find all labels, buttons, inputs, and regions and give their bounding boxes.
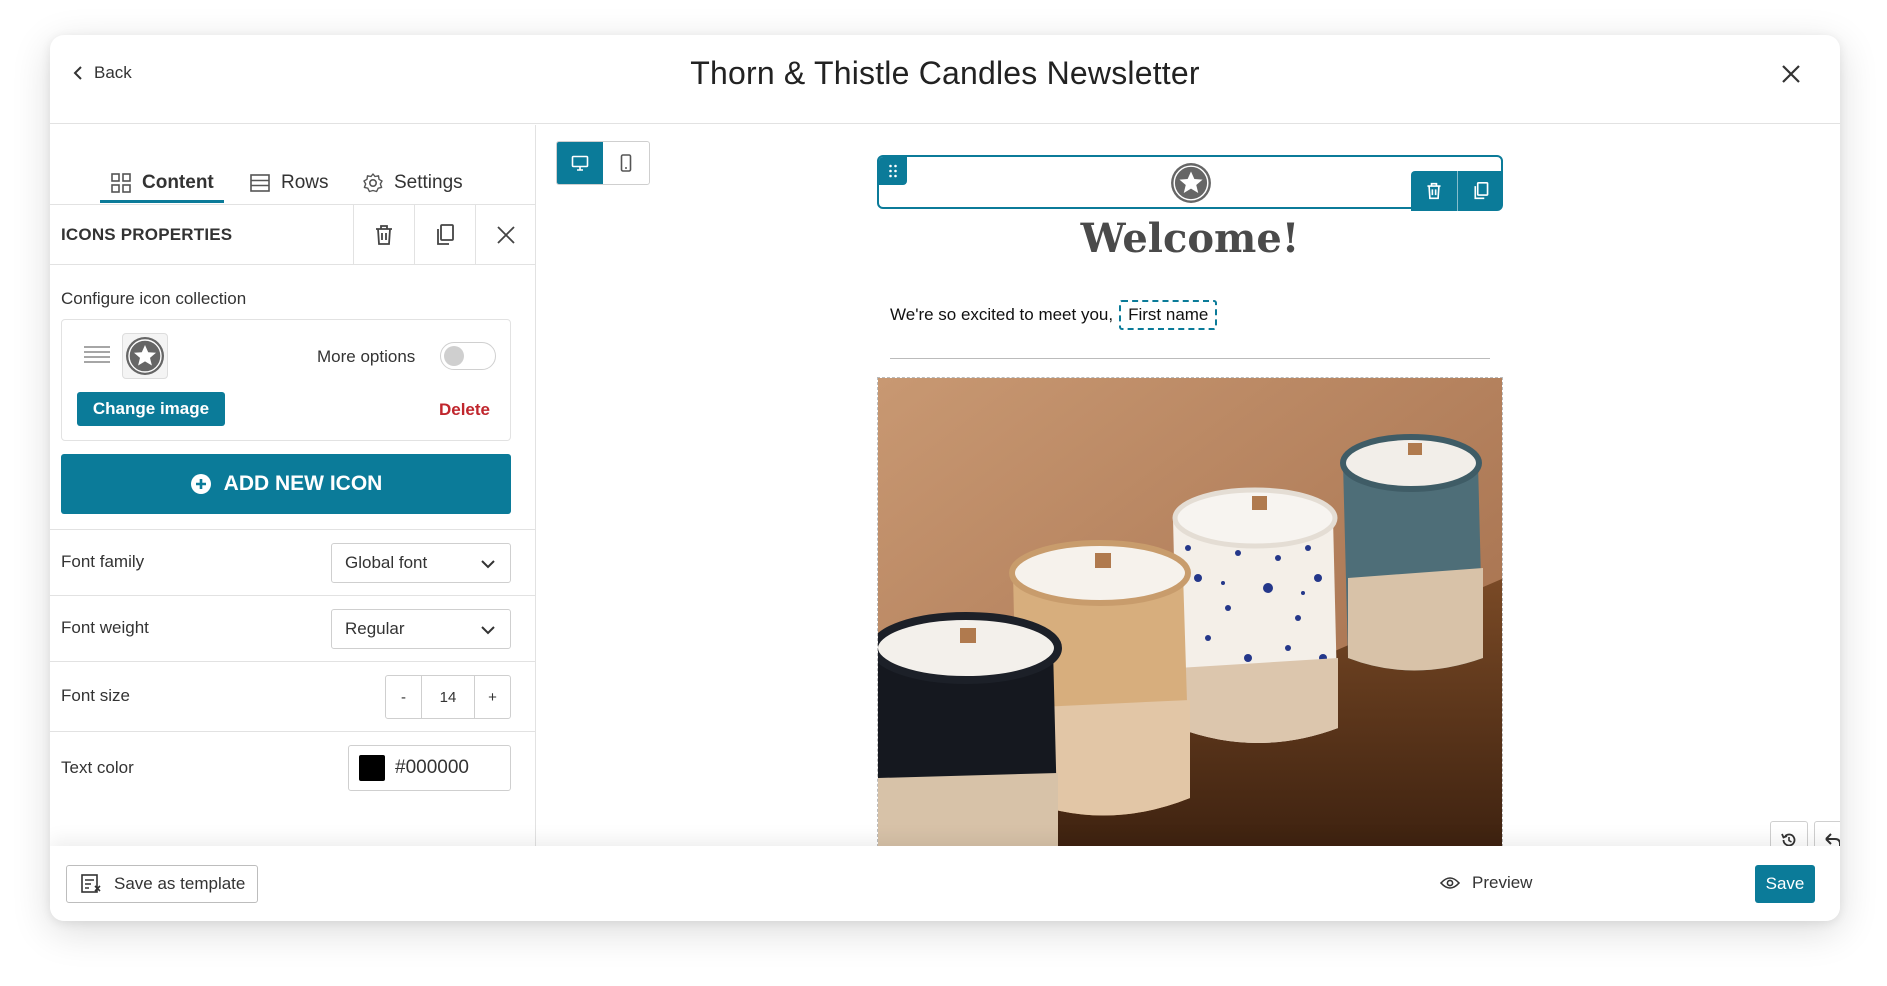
copy-icon xyxy=(437,224,454,245)
font-size-value[interactable]: 14 xyxy=(421,676,475,718)
copy-icon xyxy=(1473,182,1488,200)
email-body: Welcome! We're so excited to meet you, F… xyxy=(877,155,1503,846)
merge-tag-first-name[interactable]: First name xyxy=(1119,300,1218,330)
desktop-icon xyxy=(571,155,589,171)
duplicate-block-button[interactable] xyxy=(414,205,475,265)
font-family-label: Font family xyxy=(61,552,145,571)
star-icon[interactable] xyxy=(1170,162,1212,204)
mobile-icon xyxy=(620,154,632,172)
plus-circle-icon xyxy=(190,474,211,494)
block-actions xyxy=(1411,171,1503,211)
undo-button[interactable] xyxy=(1814,821,1840,846)
font-weight-row: Font weight Regular xyxy=(50,595,535,661)
save-as-template-label: Save as template xyxy=(114,874,246,893)
email-heading[interactable]: Welcome! xyxy=(877,215,1503,262)
candles-photo[interactable] xyxy=(877,377,1503,846)
font-weight-select[interactable]: Regular xyxy=(331,609,511,649)
tab-settings[interactable]: Settings xyxy=(362,163,463,203)
tab-content[interactable]: Content xyxy=(100,163,224,203)
trash-icon xyxy=(376,225,392,245)
rows-icon xyxy=(250,174,270,192)
modal-header: Back Thorn & Thistle Candles Newsletter xyxy=(50,35,1840,124)
font-size-stepper: - 14 + xyxy=(385,675,511,719)
change-image-button[interactable]: Change image xyxy=(77,392,225,426)
configure-label: Configure icon collection xyxy=(61,289,247,308)
drag-handle-icon[interactable] xyxy=(83,344,111,364)
font-weight-value: Regular xyxy=(345,619,405,638)
icon-item-card: More options Change image Delete xyxy=(61,319,511,441)
close-icon xyxy=(497,226,515,244)
history-button[interactable] xyxy=(1770,821,1808,846)
panel-tabs: Content Rows Settings xyxy=(50,125,535,205)
more-options-toggle[interactable] xyxy=(440,342,496,370)
delete-block-button[interactable] xyxy=(353,205,414,265)
close-properties-button[interactable] xyxy=(475,205,535,265)
section-header: ICONS PROPERTIES xyxy=(50,205,535,265)
color-swatch[interactable] xyxy=(359,755,385,781)
font-family-value: Global font xyxy=(345,553,428,572)
text-color-input[interactable]: #000000 xyxy=(348,745,511,791)
drag-grip-icon[interactable] xyxy=(879,157,907,185)
tab-rows-label: Rows xyxy=(281,172,329,193)
email-divider xyxy=(890,358,1490,359)
mobile-view-button[interactable] xyxy=(603,142,649,184)
chevron-down-icon xyxy=(481,626,495,635)
font-size-row: Font size - 14 + xyxy=(50,661,535,731)
save-button[interactable]: Save xyxy=(1755,865,1815,903)
icons-block-selected[interactable] xyxy=(877,155,1503,211)
trash-icon xyxy=(1427,182,1441,200)
font-size-decrement[interactable]: - xyxy=(386,676,421,718)
text-color-value: #000000 xyxy=(395,757,469,778)
icon-thumbnail xyxy=(122,333,168,379)
add-new-icon-button[interactable]: ADD NEW ICON xyxy=(61,454,511,514)
add-new-icon-label: ADD NEW ICON xyxy=(223,472,383,495)
undo-icon xyxy=(1825,833,1840,846)
page-title: Thorn & Thistle Candles Newsletter xyxy=(690,55,1200,91)
gear-icon xyxy=(363,173,383,193)
section-title: ICONS PROPERTIES xyxy=(61,225,233,244)
greeting-paragraph[interactable]: We're so excited to meet you, First name xyxy=(890,300,1218,330)
modal-footer: Save as template Preview Save xyxy=(50,846,1840,921)
tab-content-label: Content xyxy=(142,172,214,193)
font-weight-label: Font weight xyxy=(61,618,149,637)
editor-modal: Back Thorn & Thistle Candles Newsletter … xyxy=(50,35,1840,921)
block-duplicate-button[interactable] xyxy=(1457,171,1503,211)
greeting-text: We're so excited to meet you, xyxy=(890,305,1114,324)
text-color-label: Text color xyxy=(61,758,134,777)
tab-rows[interactable]: Rows xyxy=(249,163,329,203)
candles-image xyxy=(878,378,1502,846)
font-size-label: Font size xyxy=(61,686,130,705)
eye-icon xyxy=(1440,877,1460,889)
more-options-label: More options xyxy=(317,347,416,366)
text-color-row: Text color #000000 xyxy=(50,731,535,846)
close-icon[interactable] xyxy=(1780,63,1802,85)
grid-icon xyxy=(111,173,131,193)
preview-button[interactable]: Preview xyxy=(1440,873,1532,893)
template-icon xyxy=(81,874,101,893)
preview-label: Preview xyxy=(1472,873,1533,892)
delete-icon-link[interactable]: Delete xyxy=(439,400,490,420)
email-canvas: Welcome! We're so excited to meet you, F… xyxy=(537,125,1840,846)
block-delete-button[interactable] xyxy=(1411,171,1457,211)
properties-panel: Content Rows Settings ICONS PROPERTIES C… xyxy=(50,125,536,846)
desktop-view-button[interactable] xyxy=(557,142,603,184)
chevron-down-icon xyxy=(481,560,495,569)
font-family-row: Font family Global font xyxy=(50,529,535,595)
font-family-select[interactable]: Global font xyxy=(331,543,511,583)
device-toggle xyxy=(556,141,650,185)
tab-settings-label: Settings xyxy=(394,172,463,193)
save-as-template-button[interactable]: Save as template xyxy=(66,865,258,903)
history-icon xyxy=(1781,833,1796,846)
star-icon xyxy=(126,337,164,375)
font-size-increment[interactable]: + xyxy=(475,676,510,718)
